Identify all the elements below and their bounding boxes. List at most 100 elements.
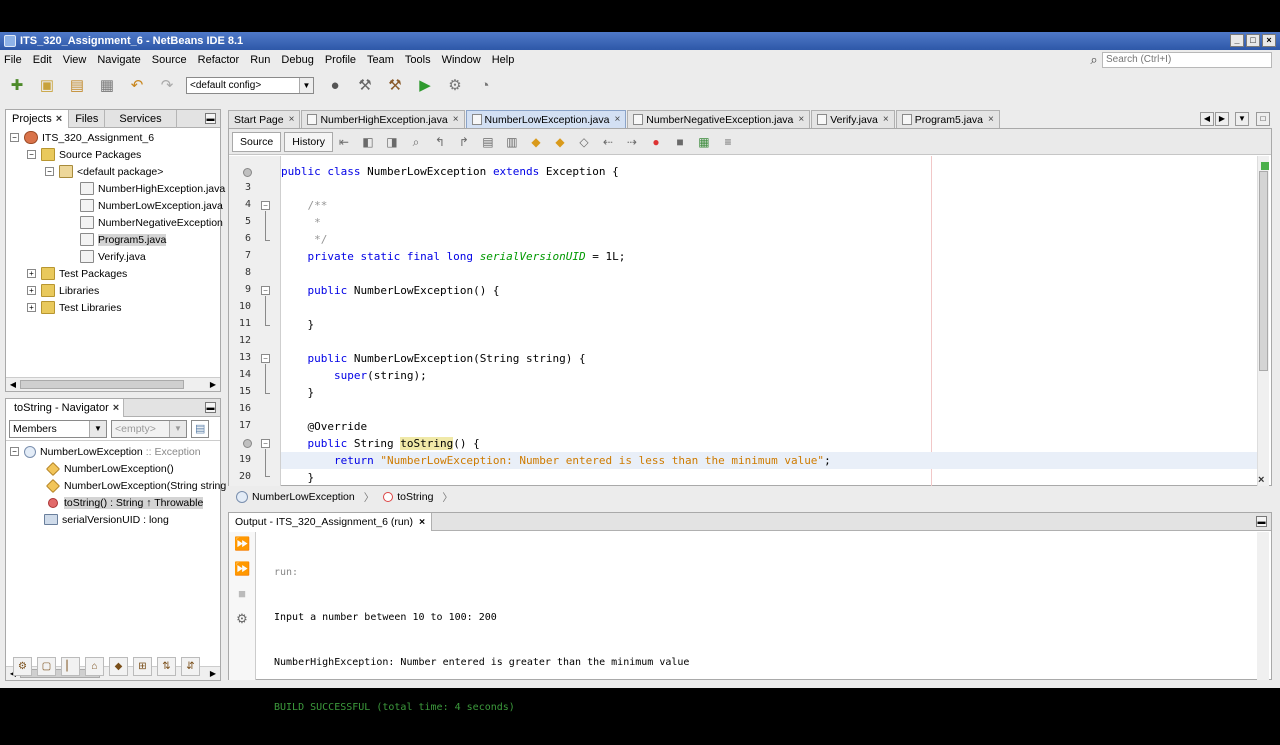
- fold-collapse-icon[interactable]: −: [261, 286, 270, 295]
- menu-tools[interactable]: Tools: [405, 54, 431, 66]
- scroll-left-icon[interactable]: ◀: [7, 379, 19, 390]
- scroll-tabs-left-icon[interactable]: ◀: [1200, 112, 1214, 126]
- clean-build-icon[interactable]: ⚒: [384, 74, 406, 96]
- tree-item-file[interactable]: Verify.java: [80, 248, 146, 265]
- sort-name-icon[interactable]: ⇅: [157, 656, 176, 676]
- new-project-icon[interactable]: ▣: [36, 74, 58, 96]
- tab-number-negative-exception[interactable]: NumberNegativeException.java ×: [627, 110, 811, 128]
- tab-files[interactable]: Files: [69, 109, 106, 128]
- history-button[interactable]: History: [284, 131, 333, 152]
- tab-navigator[interactable]: toString - Navigator ×: [6, 398, 125, 417]
- menu-edit[interactable]: Edit: [33, 54, 52, 66]
- shift-right-icon[interactable]: ⇢: [624, 134, 640, 150]
- filter-static-icon[interactable]: ▏: [61, 656, 80, 676]
- minimize-panel-icon[interactable]: ▬: [205, 113, 216, 124]
- menu-window[interactable]: Window: [442, 54, 481, 66]
- settings-icon[interactable]: ⚙: [234, 611, 250, 627]
- members-select[interactable]: Members ▼: [9, 419, 107, 438]
- filter-fields-icon[interactable]: ▢: [37, 656, 56, 676]
- tab-start-page[interactable]: Start Page ×: [228, 110, 301, 128]
- tree-item-test-libraries[interactable]: + Test Libraries: [27, 299, 121, 316]
- minimize-panel-icon[interactable]: ▬: [1256, 516, 1267, 527]
- source-button[interactable]: Source: [232, 131, 282, 152]
- menu-run[interactable]: Run: [250, 54, 270, 66]
- menu-help[interactable]: Help: [492, 54, 515, 66]
- tree-item-file-selected[interactable]: Program5.java: [80, 231, 167, 248]
- close-icon[interactable]: ×: [453, 114, 459, 125]
- globe-icon[interactable]: ●: [324, 74, 346, 96]
- redo-icon[interactable]: ↷: [156, 74, 178, 96]
- breadcrumb-method[interactable]: toString: [397, 491, 433, 503]
- menu-file[interactable]: File: [4, 54, 22, 66]
- find-previous-icon[interactable]: ↰: [432, 134, 448, 150]
- rerun-icon[interactable]: ⏩: [234, 536, 250, 552]
- code-area[interactable]: 1 3 4 − 5 6 7 8 9 − 10 11 12 13 − 14 15: [229, 156, 1259, 486]
- tab-number-low-exception[interactable]: NumberLowException.java ×: [465, 110, 627, 128]
- tab-verify[interactable]: Verify.java ×: [811, 110, 895, 128]
- tab-output[interactable]: Output - ITS_320_Assignment_6 (run) ×: [229, 512, 433, 531]
- collapse-icon[interactable]: −: [27, 150, 36, 159]
- expand-icon[interactable]: +: [27, 286, 36, 295]
- expand-icon[interactable]: +: [27, 269, 36, 278]
- output-console[interactable]: run: Input a number between 10 to 100: 2…: [274, 535, 689, 745]
- undo-icon[interactable]: ↶: [126, 74, 148, 96]
- previous-bookmark-icon[interactable]: ◆: [528, 134, 544, 150]
- maximize-button[interactable]: □: [1246, 34, 1260, 47]
- filter-nonpublic-icon[interactable]: ◆: [109, 656, 128, 676]
- tab-list-icon[interactable]: ▼: [1235, 112, 1249, 126]
- empty-select[interactable]: <empty> ▼: [111, 419, 187, 438]
- tree-item-project[interactable]: − ITS_320_Assignment_6: [10, 129, 154, 146]
- tab-program5[interactable]: Program5.java ×: [895, 110, 1000, 128]
- breadcrumb-class[interactable]: NumberLowException: [252, 491, 355, 503]
- close-icon[interactable]: ×: [289, 114, 295, 125]
- toggle-bookmark-icon[interactable]: ◇: [576, 134, 592, 150]
- toggle-highlight-icon[interactable]: ▤: [480, 134, 496, 150]
- close-icon[interactable]: ×: [883, 114, 889, 125]
- toggle-search-icon[interactable]: ▥: [504, 134, 520, 150]
- close-icon[interactable]: ×: [419, 516, 425, 528]
- override-marker-icon[interactable]: [243, 168, 252, 177]
- nav-item-member[interactable]: serialVersionUID : long: [44, 511, 169, 528]
- filter-private-icon[interactable]: ⌂: [85, 656, 104, 676]
- new-file-icon[interactable]: ✚: [6, 74, 28, 96]
- sort-source-icon[interactable]: ⇵: [181, 656, 200, 676]
- navigator-view-icon[interactable]: ▤: [191, 419, 209, 438]
- maximize-editor-icon[interactable]: □: [1256, 112, 1270, 126]
- close-icon[interactable]: ×: [113, 402, 119, 414]
- profile-project-icon[interactable]: ◔: [474, 74, 496, 96]
- menu-source[interactable]: Source: [152, 54, 187, 66]
- expand-icon[interactable]: +: [27, 303, 36, 312]
- override-marker-icon[interactable]: [243, 439, 252, 448]
- collapse-icon[interactable]: −: [10, 447, 19, 456]
- close-icon[interactable]: ×: [988, 114, 994, 125]
- save-all-icon[interactable]: ▦: [96, 74, 118, 96]
- menu-debug[interactable]: Debug: [281, 54, 313, 66]
- filter-inherited-icon[interactable]: ⚙: [13, 656, 32, 676]
- find-icon[interactable]: ⌕: [408, 134, 424, 150]
- close-icon[interactable]: ×: [614, 114, 620, 125]
- scroll-tabs-right-icon[interactable]: ▶: [1215, 112, 1229, 126]
- tree-item-default-package[interactable]: − <default package>: [45, 163, 163, 180]
- tab-projects[interactable]: Projects ×: [6, 109, 70, 128]
- menu-team[interactable]: Team: [367, 54, 394, 66]
- nav-item-member[interactable]: NumberLowException(): [45, 460, 174, 477]
- tree-item-source-packages[interactable]: − Source Packages: [27, 146, 141, 163]
- fold-collapse-icon[interactable]: −: [261, 354, 270, 363]
- code-text[interactable]: public class NumberLowException extends …: [281, 156, 1259, 486]
- scroll-thumb[interactable]: [20, 380, 184, 389]
- stop-macro-icon[interactable]: ■: [672, 134, 688, 150]
- minimize-button[interactable]: _: [1230, 34, 1244, 47]
- close-icon[interactable]: ×: [798, 114, 804, 125]
- menu-navigate[interactable]: Navigate: [97, 54, 140, 66]
- nav-item-member-selected[interactable]: toString() : String ↑ Throwable: [48, 494, 204, 511]
- scroll-right-icon[interactable]: ▶: [207, 379, 219, 390]
- tree-item-test-packages[interactable]: + Test Packages: [27, 265, 127, 282]
- nav-item-member[interactable]: NumberLowException(String string: [45, 477, 226, 494]
- last-edit-icon[interactable]: ⇤: [336, 134, 352, 150]
- tree-item-libraries[interactable]: + Libraries: [27, 282, 99, 299]
- fold-collapse-icon[interactable]: −: [261, 439, 270, 448]
- menu-view[interactable]: View: [63, 54, 87, 66]
- tab-services[interactable]: Services: [105, 109, 177, 128]
- scroll-thumb[interactable]: [1259, 171, 1268, 371]
- start-macro-icon[interactable]: ●: [648, 134, 664, 150]
